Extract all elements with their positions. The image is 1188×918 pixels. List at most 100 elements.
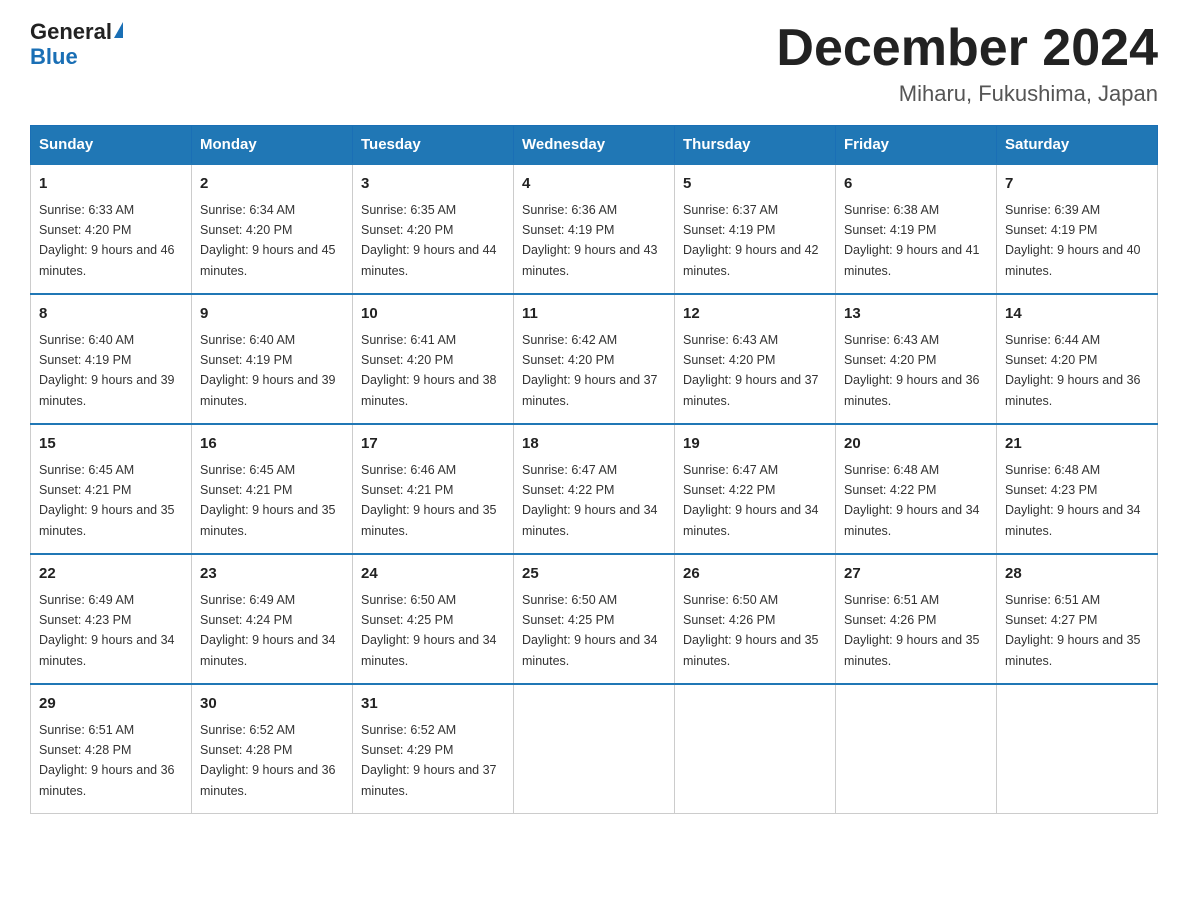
day-number: 25: [522, 563, 666, 586]
day-cell: 19Sunrise: 6:47 AMSunset: 4:22 PMDayligh…: [675, 424, 836, 554]
day-cell: 23 Sunrise: 6:49 AMSunset: 4:24 PMDayligh…: [192, 554, 353, 684]
day-cell: 4Sunrise: 6:36 AMSunset: 4:19 PMDaylight…: [514, 164, 675, 294]
day-cell: 7Sunrise: 6:39 AMSunset: 4:19 PMDaylight…: [997, 164, 1158, 294]
day-info: Sunrise: 6:34 AMSunset: 4:20 PMDaylight:…: [200, 203, 336, 278]
day-cell: [997, 684, 1158, 814]
day-cell: 5 Sunrise: 6:37 AMSunset: 4:19 PMDaylight…: [675, 164, 836, 294]
day-cell: 6 Sunrise: 6:38 AMSunset: 4:19 PMDaylight…: [836, 164, 997, 294]
calendar-title: December 2024: [776, 20, 1158, 77]
day-info: Sunrise: 6:35 AMSunset: 4:20 PMDaylight:…: [361, 203, 497, 278]
day-info: Sunrise: 6:49 AMSunset: 4:23 PMDaylight:…: [39, 593, 175, 668]
day-number: 1: [39, 173, 183, 196]
day-number: 15: [39, 433, 183, 456]
day-info: Sunrise: 6:49 AMSunset: 4:24 PMDaylight:…: [200, 593, 336, 668]
day-number: 28: [1005, 563, 1149, 586]
calendar-header: SundayMondayTuesdayWednesdayThursdayFrid…: [31, 126, 1158, 165]
day-cell: 22 Sunrise: 6:49 AMSunset: 4:23 PMDayligh…: [31, 554, 192, 684]
day-number: 22: [39, 563, 183, 586]
day-number: 14: [1005, 303, 1149, 326]
header-row: SundayMondayTuesdayWednesdayThursdayFrid…: [31, 126, 1158, 165]
day-cell: 2 Sunrise: 6:34 AMSunset: 4:20 PMDaylight…: [192, 164, 353, 294]
day-number: 18: [522, 433, 666, 456]
day-number: 20: [844, 433, 988, 456]
day-number: 24: [361, 563, 505, 586]
day-info: Sunrise: 6:40 AMSunset: 4:19 PMDaylight:…: [39, 333, 175, 408]
day-cell: 10 Sunrise: 6:41 AMSunset: 4:20 PMDayligh…: [353, 294, 514, 424]
day-info: Sunrise: 6:46 AMSunset: 4:21 PMDaylight:…: [361, 463, 497, 538]
day-number: 11: [522, 303, 666, 326]
day-cell: 15 Sunrise: 6:45 AMSunset: 4:21 PMDayligh…: [31, 424, 192, 554]
logo-general: General: [30, 20, 112, 44]
day-number: 6: [844, 173, 988, 196]
day-cell: [514, 684, 675, 814]
day-number: 10: [361, 303, 505, 326]
day-cell: 28 Sunrise: 6:51 AMSunset: 4:27 PMDayligh…: [997, 554, 1158, 684]
day-info: Sunrise: 6:45 AMSunset: 4:21 PMDaylight:…: [39, 463, 175, 538]
day-info: Sunrise: 6:52 AMSunset: 4:29 PMDaylight:…: [361, 723, 497, 798]
logo-triangle-icon: [114, 22, 123, 38]
day-number: 26: [683, 563, 827, 586]
day-number: 13: [844, 303, 988, 326]
day-number: 5: [683, 173, 827, 196]
day-cell: 1 Sunrise: 6:33 AMSunset: 4:20 PMDaylight…: [31, 164, 192, 294]
day-info: Sunrise: 6:47 AMSunset: 4:22 PMDaylight:…: [683, 463, 819, 538]
day-info: Sunrise: 6:51 AMSunset: 4:27 PMDaylight:…: [1005, 593, 1141, 668]
day-cell: 24Sunrise: 6:50 AMSunset: 4:25 PMDayligh…: [353, 554, 514, 684]
header-cell-tuesday: Tuesday: [353, 126, 514, 165]
day-cell: 21Sunrise: 6:48 AMSunset: 4:23 PMDayligh…: [997, 424, 1158, 554]
day-cell: 17 Sunrise: 6:46 AMSunset: 4:21 PMDayligh…: [353, 424, 514, 554]
day-cell: 20 Sunrise: 6:48 AMSunset: 4:22 PMDayligh…: [836, 424, 997, 554]
day-info: Sunrise: 6:44 AMSunset: 4:20 PMDaylight:…: [1005, 333, 1141, 408]
header-cell-thursday: Thursday: [675, 126, 836, 165]
day-info: Sunrise: 6:41 AMSunset: 4:20 PMDaylight:…: [361, 333, 497, 408]
day-cell: 12Sunrise: 6:43 AMSunset: 4:20 PMDayligh…: [675, 294, 836, 424]
day-cell: 11Sunrise: 6:42 AMSunset: 4:20 PMDayligh…: [514, 294, 675, 424]
header-cell-monday: Monday: [192, 126, 353, 165]
day-info: Sunrise: 6:43 AMSunset: 4:20 PMDaylight:…: [683, 333, 819, 408]
day-number: 21: [1005, 433, 1149, 456]
day-cell: 29 Sunrise: 6:51 AMSunset: 4:28 PMDayligh…: [31, 684, 192, 814]
day-number: 8: [39, 303, 183, 326]
day-info: Sunrise: 6:38 AMSunset: 4:19 PMDaylight:…: [844, 203, 980, 278]
day-number: 17: [361, 433, 505, 456]
day-info: Sunrise: 6:47 AMSunset: 4:22 PMDaylight:…: [522, 463, 658, 538]
day-info: Sunrise: 6:48 AMSunset: 4:22 PMDaylight:…: [844, 463, 980, 538]
page-header: General Blue December 2024 Miharu, Fukus…: [30, 20, 1158, 107]
day-info: Sunrise: 6:50 AMSunset: 4:25 PMDaylight:…: [522, 593, 658, 668]
week-row-2: 8 Sunrise: 6:40 AMSunset: 4:19 PMDaylight…: [31, 294, 1158, 424]
day-cell: 27 Sunrise: 6:51 AMSunset: 4:26 PMDayligh…: [836, 554, 997, 684]
day-number: 3: [361, 173, 505, 196]
day-number: 30: [200, 693, 344, 716]
day-cell: 16Sunrise: 6:45 AMSunset: 4:21 PMDayligh…: [192, 424, 353, 554]
day-info: Sunrise: 6:51 AMSunset: 4:26 PMDaylight:…: [844, 593, 980, 668]
day-number: 23: [200, 563, 344, 586]
day-cell: 26Sunrise: 6:50 AMSunset: 4:26 PMDayligh…: [675, 554, 836, 684]
day-cell: 8 Sunrise: 6:40 AMSunset: 4:19 PMDaylight…: [31, 294, 192, 424]
week-row-1: 1 Sunrise: 6:33 AMSunset: 4:20 PMDaylight…: [31, 164, 1158, 294]
week-row-4: 22 Sunrise: 6:49 AMSunset: 4:23 PMDayligh…: [31, 554, 1158, 684]
calendar-subtitle: Miharu, Fukushima, Japan: [776, 81, 1158, 107]
day-number: 2: [200, 173, 344, 196]
day-number: 4: [522, 173, 666, 196]
day-info: Sunrise: 6:40 AMSunset: 4:19 PMDaylight:…: [200, 333, 336, 408]
calendar-table: SundayMondayTuesdayWednesdayThursdayFrid…: [30, 125, 1158, 814]
day-cell: 3 Sunrise: 6:35 AMSunset: 4:20 PMDaylight…: [353, 164, 514, 294]
header-cell-sunday: Sunday: [31, 126, 192, 165]
day-cell: [675, 684, 836, 814]
day-info: Sunrise: 6:52 AMSunset: 4:28 PMDaylight:…: [200, 723, 336, 798]
day-cell: 30 Sunrise: 6:52 AMSunset: 4:28 PMDayligh…: [192, 684, 353, 814]
day-info: Sunrise: 6:33 AMSunset: 4:20 PMDaylight:…: [39, 203, 175, 278]
day-info: Sunrise: 6:43 AMSunset: 4:20 PMDaylight:…: [844, 333, 980, 408]
day-info: Sunrise: 6:51 AMSunset: 4:28 PMDaylight:…: [39, 723, 175, 798]
day-number: 16: [200, 433, 344, 456]
calendar-body: 1 Sunrise: 6:33 AMSunset: 4:20 PMDaylight…: [31, 164, 1158, 814]
day-cell: 31 Sunrise: 6:52 AMSunset: 4:29 PMDayligh…: [353, 684, 514, 814]
day-number: 27: [844, 563, 988, 586]
week-row-3: 15 Sunrise: 6:45 AMSunset: 4:21 PMDayligh…: [31, 424, 1158, 554]
day-number: 31: [361, 693, 505, 716]
day-number: 29: [39, 693, 183, 716]
day-info: Sunrise: 6:37 AMSunset: 4:19 PMDaylight:…: [683, 203, 819, 278]
day-cell: 9Sunrise: 6:40 AMSunset: 4:19 PMDaylight…: [192, 294, 353, 424]
header-cell-saturday: Saturday: [997, 126, 1158, 165]
logo-blue: Blue: [30, 44, 78, 70]
